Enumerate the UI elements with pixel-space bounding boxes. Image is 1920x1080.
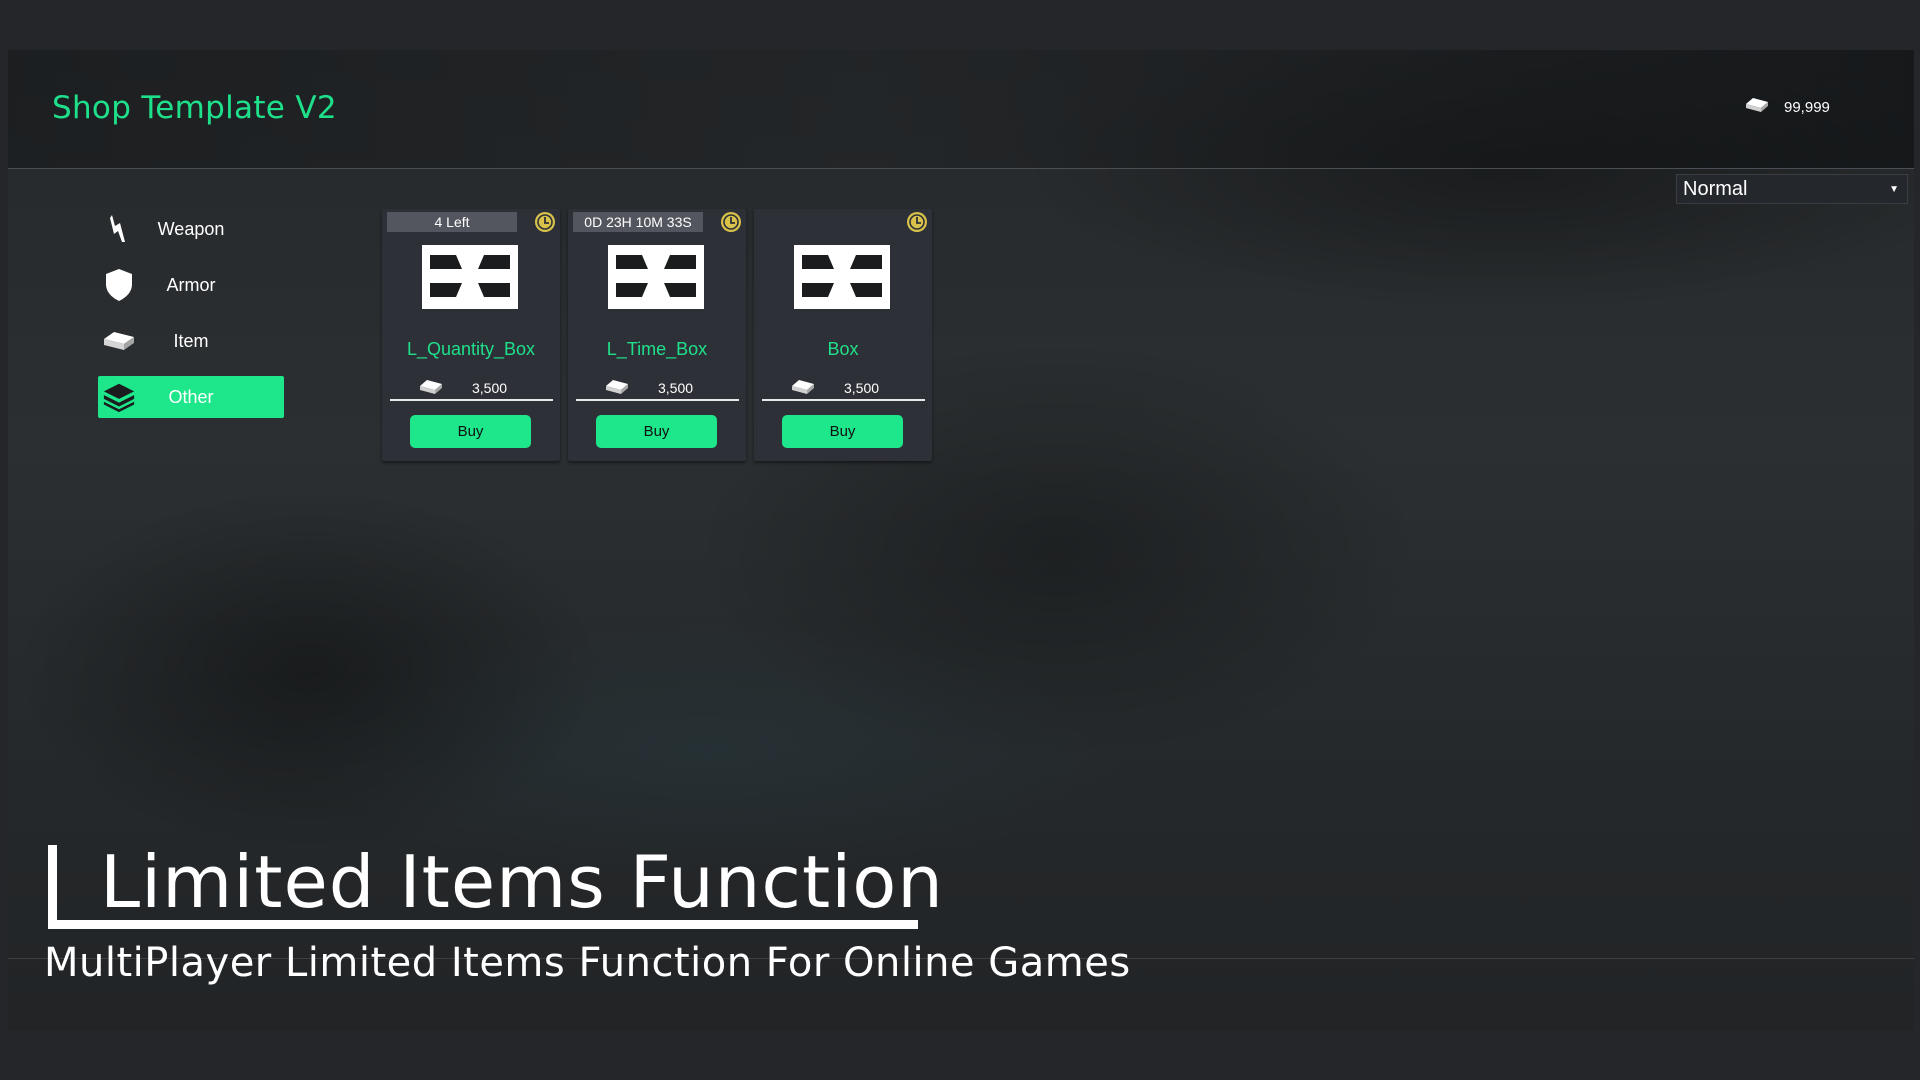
item-price: 3,500 — [576, 377, 739, 401]
ingot-icon — [102, 326, 136, 356]
silver-ingot-icon — [604, 378, 630, 401]
box-icon — [794, 245, 890, 314]
price-value: 3,500 — [472, 380, 508, 396]
shop-title: Shop Template V2 — [52, 90, 337, 126]
clock-icon — [720, 211, 742, 238]
buy-button[interactable]: Buy — [596, 415, 717, 448]
category-sidebar: Weapon Armor Item Other — [98, 208, 284, 432]
clock-icon — [534, 211, 556, 238]
filter-dropdown[interactable]: Normal ▼ — [1676, 174, 1908, 204]
caption-accent-bar — [48, 845, 57, 929]
sidebar-item-other[interactable]: Other — [98, 376, 284, 418]
item-name: L_Time_Box — [606, 339, 708, 359]
layers-icon — [102, 382, 136, 413]
sidebar-item-weapon[interactable]: Weapon — [98, 208, 284, 250]
currency-display: 99,999 — [1744, 96, 1830, 119]
shop-item-card[interactable]: 0D 23H 10M 33S L_Time_Box 3,500 Buy — [568, 209, 746, 461]
box-icon — [422, 245, 518, 314]
filter-selected-value: Normal — [1683, 177, 1748, 200]
buy-button[interactable]: Buy — [410, 415, 531, 448]
limit-badge: 0D 23H 10M 33S — [573, 212, 703, 232]
caption-title: Limited Items Function — [100, 840, 944, 924]
buy-button[interactable]: Buy — [782, 415, 903, 448]
clock-icon — [906, 211, 928, 238]
chevron-down-icon: ▼ — [1889, 183, 1899, 195]
item-price: 3,500 — [390, 377, 553, 401]
sidebar-item-item[interactable]: Item — [98, 320, 284, 362]
shop-item-card[interactable]: 4 Left L_Quantity_Box 3,500 Buy — [382, 209, 560, 461]
silver-ingot-icon — [1744, 96, 1770, 119]
sidebar-item-armor[interactable]: Armor — [98, 264, 284, 306]
weapon-icon — [102, 214, 136, 244]
currency-amount: 99,999 — [1784, 99, 1830, 116]
price-value: 3,500 — [844, 380, 880, 396]
silver-ingot-icon — [790, 378, 816, 401]
silver-ingot-icon — [418, 378, 444, 401]
item-name: L_Quantity_Box — [406, 339, 536, 359]
box-icon — [608, 245, 704, 314]
shield-icon — [102, 269, 136, 301]
price-value: 3,500 — [658, 380, 694, 396]
shop-item-card[interactable]: Box 3,500 Buy — [754, 209, 932, 461]
caption-subtitle: MultiPlayer Limited Items Function For O… — [44, 940, 1131, 986]
item-name: Box — [827, 339, 859, 359]
item-price: 3,500 — [762, 377, 925, 401]
header-divider — [8, 168, 1914, 169]
limit-badge: 4 Left — [387, 212, 517, 232]
